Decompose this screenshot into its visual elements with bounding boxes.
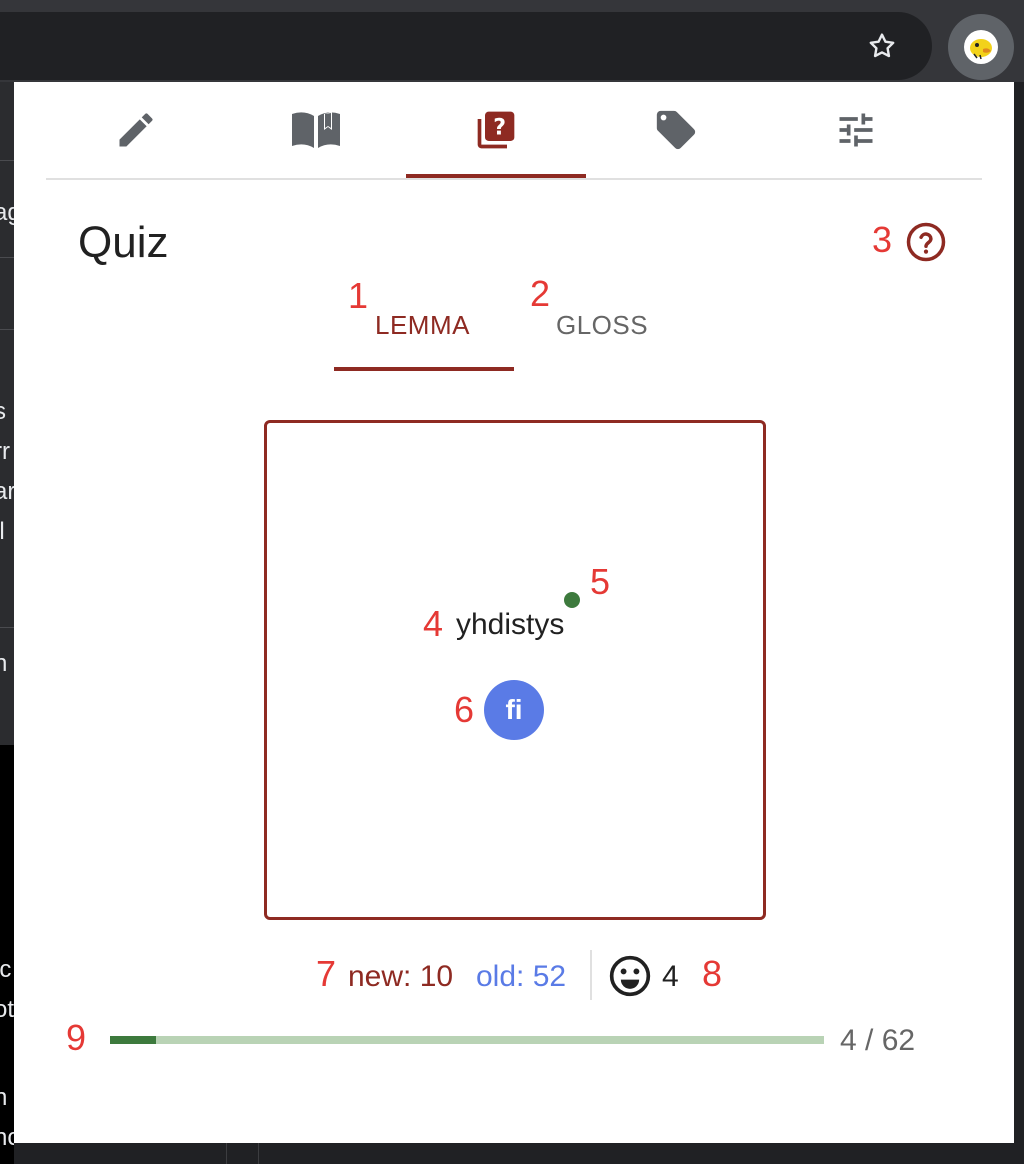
extension-popup: ? Quiz 3 1 LEMMA 2 GLOSS 4 yhdistys 5 6 …: [14, 82, 1014, 1143]
background-text: s: [0, 398, 6, 425]
language-badge[interactable]: fi: [484, 680, 544, 740]
stats-divider: [590, 950, 592, 1000]
lemma-text: yhdistys: [456, 608, 565, 641]
background-text: n: [0, 650, 8, 677]
annotation-marker: 6: [454, 689, 475, 730]
streak-count: 4: [662, 960, 679, 993]
tab-tags[interactable]: [586, 98, 766, 162]
new-count: new: 10: [348, 960, 454, 993]
background-text: rr: [0, 438, 10, 465]
help-circle-icon: [906, 222, 946, 262]
popup-nav-tabs: ?: [46, 82, 982, 180]
tag-icon: [656, 110, 696, 150]
background-divider: [0, 329, 14, 330]
annotation-marker: 8: [702, 953, 723, 994]
background-divider: [226, 1143, 227, 1164]
annotation-marker: 2: [530, 273, 551, 314]
tab-edit[interactable]: [46, 98, 226, 162]
background-text: n: [0, 1084, 8, 1111]
smiley-icon: [609, 955, 651, 997]
background-footer: [14, 1143, 1024, 1164]
background-text: il: [0, 518, 5, 545]
background-divider: [0, 627, 14, 628]
progress-bar: [110, 1036, 824, 1044]
progress-bar-fill: [110, 1036, 156, 1044]
progress-label: 4 / 62: [840, 1024, 916, 1057]
svg-text:?: ?: [493, 116, 506, 141]
page-title: Quiz: [78, 218, 169, 267]
address-bar[interactable]: [0, 12, 932, 80]
extension-button[interactable]: [948, 14, 1014, 80]
annotation-marker: 3: [872, 219, 893, 260]
help-button[interactable]: [904, 220, 948, 264]
browser-tab-strip: [0, 0, 1024, 12]
status-dot: [564, 592, 580, 608]
old-count: old: 52: [476, 960, 567, 993]
tab-lemma[interactable]: LEMMA: [375, 310, 470, 341]
pencil-icon: [119, 113, 153, 147]
annotation-marker: 9: [66, 1017, 87, 1058]
quiz-cards-icon: ?: [477, 111, 515, 149]
annotation-marker: 5: [590, 561, 611, 602]
mode-tab-indicator: [334, 367, 514, 371]
background-divider: [0, 257, 14, 258]
background-text: ic: [0, 956, 12, 983]
background-divider: [0, 160, 14, 161]
tab-reader[interactable]: [226, 98, 406, 162]
quiz-card[interactable]: [264, 420, 766, 920]
annotation-marker: 1: [348, 275, 369, 316]
background-divider: [258, 1143, 259, 1164]
tab-settings[interactable]: [766, 98, 946, 162]
duck-logo-icon: [964, 30, 998, 64]
book-open-icon: [292, 112, 340, 148]
sliders-icon: [839, 113, 873, 147]
tab-gloss[interactable]: GLOSS: [556, 310, 648, 341]
annotation-marker: 4: [423, 603, 444, 644]
annotation-marker: 7: [316, 953, 337, 994]
tab-quiz[interactable]: ?: [406, 98, 586, 162]
bookmark-star-icon[interactable]: [856, 20, 908, 72]
background-text: ot: [0, 996, 15, 1023]
active-tab-indicator: [406, 174, 586, 178]
